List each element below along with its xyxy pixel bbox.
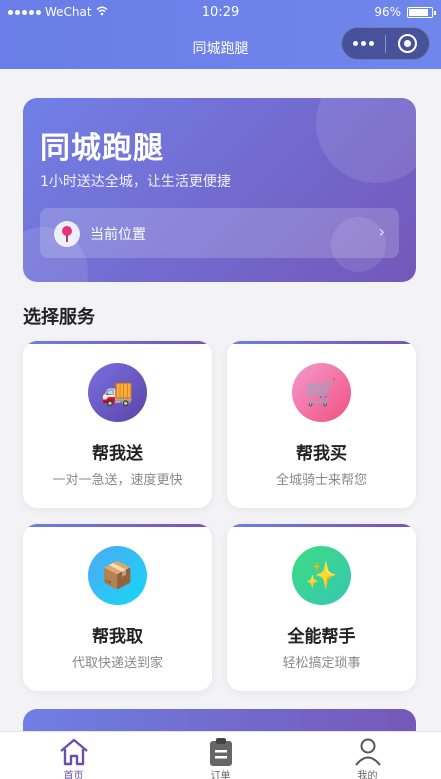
service-name: 帮我取 bbox=[92, 627, 143, 647]
package-icon: 📦 bbox=[88, 546, 147, 605]
service-desc: 一对一急送，速度更快 bbox=[52, 473, 183, 488]
cart-icon: 🛒 bbox=[292, 363, 351, 422]
service-name: 全能帮手 bbox=[287, 627, 356, 647]
user-icon bbox=[354, 738, 381, 766]
bottom-tabbar: 首页 订单 我的 bbox=[0, 731, 441, 779]
status-bar: WeChat 10:29 96% bbox=[0, 0, 441, 24]
service-card-pickup[interactable]: 📦 帮我取 代取快递送到家 bbox=[23, 524, 212, 691]
location-label: 当前位置 bbox=[90, 227, 146, 243]
truck-icon: 🚚 bbox=[88, 363, 147, 422]
service-card-helper[interactable]: ✨ 全能帮手 轻松搞定琐事 bbox=[227, 524, 416, 691]
target-icon bbox=[398, 34, 417, 53]
service-card-buy[interactable]: 🛒 帮我买 全城骑士来帮您 bbox=[227, 341, 416, 508]
tab-profile[interactable]: 我的 bbox=[294, 732, 441, 779]
tab-label: 首页 bbox=[63, 771, 84, 779]
tab-home[interactable]: 首页 bbox=[0, 732, 147, 779]
current-location-bar[interactable]: 当前位置 › bbox=[40, 208, 399, 258]
chevron-right-icon: › bbox=[378, 222, 385, 241]
location-pin-icon bbox=[54, 221, 80, 247]
tab-label: 订单 bbox=[210, 771, 231, 779]
service-card-send[interactable]: 🚚 帮我送 一对一急送，速度更快 bbox=[23, 341, 212, 508]
battery-percent: 96% bbox=[374, 5, 401, 19]
banner-subtitle: 1小时送达全城，让生活更便捷 bbox=[40, 174, 231, 190]
service-name: 帮我买 bbox=[296, 444, 347, 464]
section-title: 选择服务 bbox=[23, 307, 95, 328]
clipboard-icon bbox=[209, 738, 232, 766]
service-desc: 全城骑士来帮您 bbox=[275, 473, 367, 488]
service-name: 帮我送 bbox=[92, 444, 143, 464]
tab-orders[interactable]: 订单 bbox=[147, 732, 294, 779]
mini-program-capsule bbox=[341, 27, 430, 60]
close-mini-program-button[interactable] bbox=[386, 34, 429, 53]
home-icon bbox=[59, 738, 88, 766]
tab-label: 我的 bbox=[357, 771, 378, 779]
top-header: WeChat 10:29 96% 同城跑腿 bbox=[0, 0, 441, 69]
banner-title: 同城跑腿 bbox=[40, 131, 164, 166]
hero-banner: 同城跑腿 1小时送达全城，让生活更便捷 当前位置 › bbox=[23, 98, 416, 282]
more-menu-icon[interactable] bbox=[342, 41, 385, 46]
service-desc: 轻松搞定琐事 bbox=[282, 656, 361, 671]
battery-icon bbox=[407, 6, 436, 18]
sparkles-icon: ✨ bbox=[292, 546, 351, 605]
service-desc: 代取快递送到家 bbox=[71, 656, 163, 671]
